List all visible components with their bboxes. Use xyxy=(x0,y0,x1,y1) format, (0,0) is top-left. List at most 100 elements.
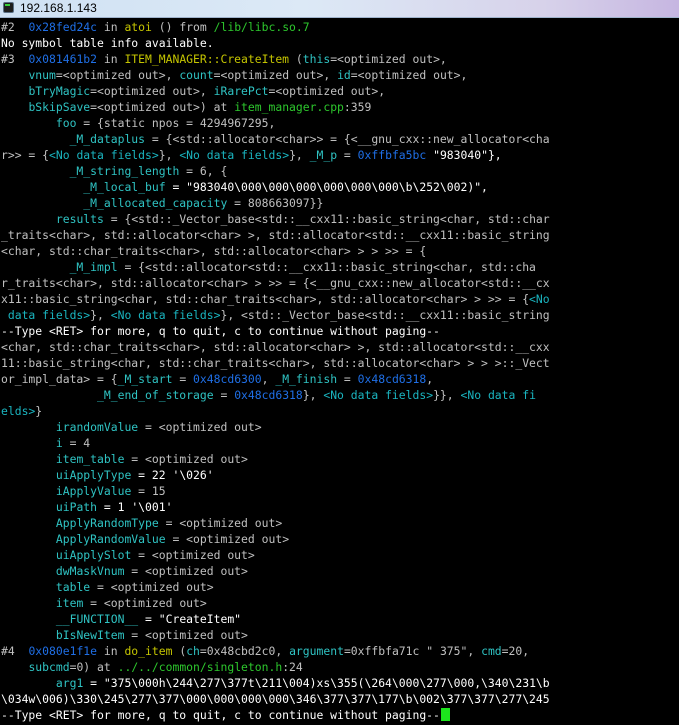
terminal-text-segment: 0x080e1f1e xyxy=(28,644,98,658)
terminal-text-segment: results xyxy=(55,212,104,226)
terminal-line: irandomValue = <optimized out> xyxy=(1,419,262,435)
terminal-line: table = <optimized out> xyxy=(1,579,214,595)
terminal-text-segment: = {<std::_Vector_base<std::__cxx11::basi… xyxy=(103,212,550,226)
terminal-text-segment: #4 xyxy=(1,644,29,658)
terminal-text-segment: _M_allocated_capacity xyxy=(83,196,228,210)
terminal-text-segment: subcmd xyxy=(28,660,70,674)
terminal-text-segment: #2 xyxy=(1,20,29,34)
terminal-line: uiPath = 1 '\001' xyxy=(1,499,173,515)
terminal-text-segment: _M_finish xyxy=(275,372,338,386)
terminal-text-segment: id xyxy=(337,68,351,82)
terminal-line: bIsNewItem = <optimized out> xyxy=(1,627,248,643)
terminal-line: elds>} xyxy=(1,403,42,419)
terminal-text-segment: = <optimized out> xyxy=(158,516,283,530)
terminal-text-segment: =<optimized out>) at xyxy=(90,100,235,114)
terminal-text-segment: = {static npos = 4294967295, xyxy=(76,116,276,130)
terminal-line: _M_end_of_storage = 0x48cd6318}, <No dat… xyxy=(1,387,536,403)
terminal-text-segment: = {<std::allocator<std::__cxx11::basic_s… xyxy=(117,260,536,274)
terminal-text-segment: r_traits<char>, std::allocator<char> > >… xyxy=(1,276,550,290)
terminal-text-segment: <char, std::char_traits<char>, std::allo… xyxy=(1,340,550,354)
terminal-text-segment: r>> = { xyxy=(1,148,50,162)
terminal-text-segment: = xyxy=(172,372,194,386)
terminal-line: <char, std::char_traits<char>, std::allo… xyxy=(1,243,426,259)
terminal-text-segment: =<optimized out>, xyxy=(90,84,214,98)
terminal-text-segment: <No data fi xyxy=(460,388,536,402)
terminal-text-segment: --Type <RET> for more, q to quit, c to c… xyxy=(1,324,440,338)
terminal-text-segment: =0x48cbd2c0, xyxy=(199,644,290,658)
terminal-text-segment: --Type <RET> for more, q to quit, c to c… xyxy=(1,708,440,722)
terminal-text-segment: = {<std::allocator<char>> = {<__gnu_cxx:… xyxy=(145,132,550,146)
terminal-text-segment: = 22 '\026' xyxy=(131,468,214,482)
terminal-text-segment: irandomValue xyxy=(55,420,139,434)
terminal-text-segment: =<optimized out>, xyxy=(55,68,180,82)
terminal-text-segment: =0) at xyxy=(69,660,118,674)
terminal-line: _M_string_length = 6, { xyxy=(1,163,228,179)
terminal-text-segment: = <optimized out> xyxy=(124,452,248,466)
terminal-text-segment: 11::basic_string<char, std::char_traits<… xyxy=(1,356,550,370)
terminal-text-segment: dwMaskVnum xyxy=(55,564,125,578)
terminal-text-segment: foo xyxy=(55,116,77,130)
terminal-text-segment: }, xyxy=(289,148,310,162)
terminal-text-segment: = <optimized out> xyxy=(138,420,262,434)
terminal-line: data fields>}, <No data fields>}, <std::… xyxy=(1,307,550,323)
terminal-text-segment: = "983040\000\000\000\000\000\000\b\252\… xyxy=(165,180,488,194)
terminal-output[interactable]: #2 0x28fed24c in atoi () from /lib/libc.… xyxy=(0,19,679,725)
window-titlebar[interactable]: 192.168.1.143 xyxy=(0,0,679,18)
terminal-text-segment: , xyxy=(261,372,276,386)
terminal-text-segment: /lib/libc.so.7 xyxy=(213,20,310,34)
terminal-text-segment: }, <std::_Vector_base<std::__cxx11::basi… xyxy=(220,308,550,322)
terminal-text-segment: =20, xyxy=(501,644,530,658)
terminal-text-segment: () from xyxy=(151,20,214,34)
terminal-text-segment: =<optimized out>, xyxy=(213,68,338,82)
terminal-text-segment: = xyxy=(213,388,235,402)
terminal-text-segment: table xyxy=(55,580,91,594)
terminal-text-segment: _M_start xyxy=(117,372,173,386)
terminal-text-segment: in xyxy=(97,52,125,66)
terminal-text-segment: = 6, { xyxy=(179,164,228,178)
terminal-text-segment: <No data fields> xyxy=(323,388,434,402)
terminal-line: bTryMagic=<optimized out>, iRarePct=<opt… xyxy=(1,83,385,99)
terminal-text-segment: }, xyxy=(302,388,324,402)
terminal-line: r_traits<char>, std::allocator<char> > >… xyxy=(1,275,550,291)
terminal-text-segment: i xyxy=(55,436,63,450)
terminal-line: __FUNCTION__ = "CreateItem" xyxy=(1,611,241,627)
terminal-text-segment: <No data fields> xyxy=(49,148,159,162)
terminal-text-segment: data fields> xyxy=(1,308,91,322)
terminal-text-segment: bTryMagic xyxy=(28,84,91,98)
terminal-text-segment: __FUNCTION__ xyxy=(55,612,139,626)
terminal-line: _M_allocated_capacity = 808663097}} xyxy=(1,195,323,211)
terminal-line: vnum=<optimized out>, count=<optimized o… xyxy=(1,67,467,83)
terminal-text-segment: = "375\000h\244\277\377t\211\004)xs\355(… xyxy=(83,676,550,690)
terminal-text-segment: vnum xyxy=(28,68,56,82)
terminal-text-segment: } xyxy=(35,404,43,418)
terminal-text-segment: }, xyxy=(158,148,180,162)
terminal-text-segment: _M_string_length xyxy=(69,164,180,178)
window-title: 192.168.1.143 xyxy=(20,1,97,15)
terminal-text-segment: elds> xyxy=(1,404,36,418)
terminal-text-segment: item xyxy=(55,596,84,610)
terminal-text-segment: bSkipSave xyxy=(28,100,91,114)
terminal-text-segment: iApplyValue xyxy=(55,484,132,498)
terminal-text-segment: this xyxy=(302,52,331,66)
terminal-line: \034w\006)\330\245\277\377\000\000\000\0… xyxy=(1,691,550,707)
terminal-text-segment: :359 xyxy=(343,100,372,114)
terminal-text-segment: arg1 xyxy=(55,676,84,690)
